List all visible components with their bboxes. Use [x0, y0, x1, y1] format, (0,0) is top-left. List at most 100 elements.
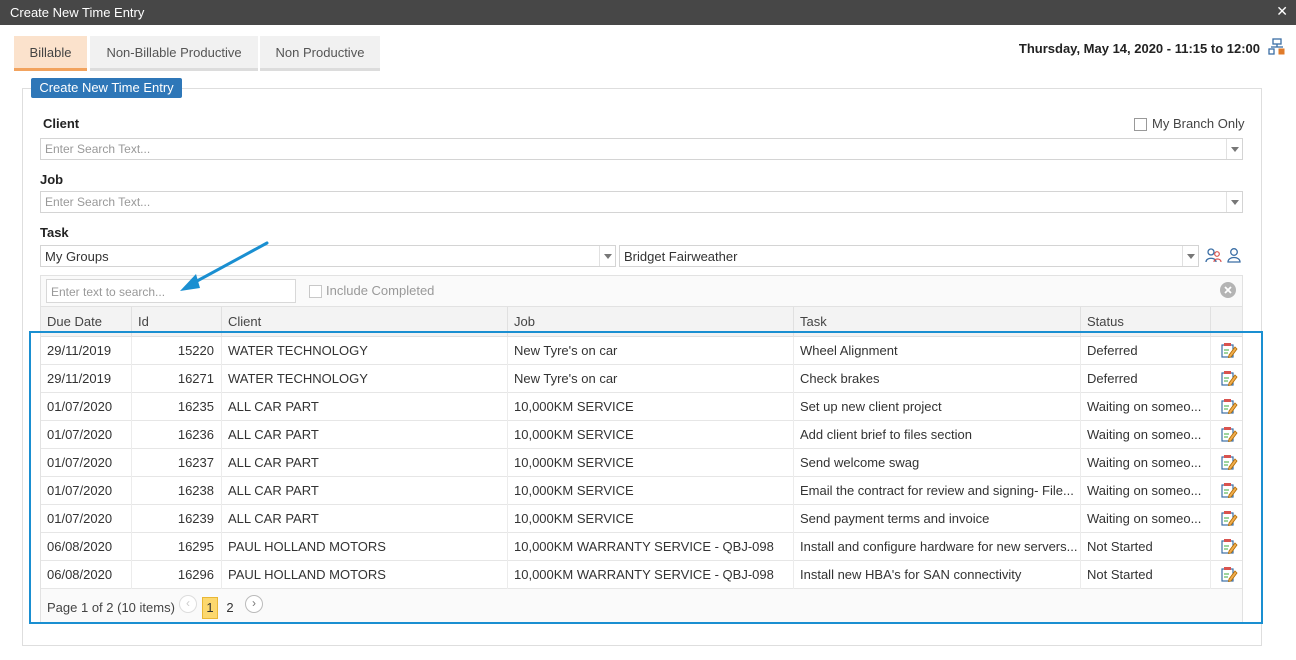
id-cell: 16237	[131, 449, 221, 477]
table-row[interactable]: 01/07/2020 16238 ALL CAR PART 10,000KM SERV…	[41, 477, 1242, 505]
group-select[interactable]: My Groups	[40, 245, 616, 267]
id-cell: 15220	[131, 337, 221, 365]
column-status[interactable]: Status	[1080, 307, 1210, 337]
due-date-cell: 29/11/2019	[47, 371, 112, 386]
client-search-combo[interactable]: Enter Search Text...	[40, 138, 1243, 160]
due-date-cell: 01/07/2020	[47, 511, 113, 526]
client-label: Client	[43, 116, 80, 131]
id-cell: 16236	[131, 421, 221, 449]
due-date-cell: 01/07/2020	[47, 455, 113, 470]
clear-filter-icon[interactable]	[1220, 282, 1236, 298]
client-cell: PAUL HOLLAND MOTORS	[221, 561, 507, 589]
my-branch-only-label: My Branch Only	[1152, 116, 1245, 131]
column-due-date[interactable]: Due Date	[41, 307, 131, 337]
job-search-combo[interactable]: Enter Search Text...	[40, 191, 1243, 213]
close-icon[interactable]: ✕	[1276, 3, 1288, 20]
title-bar: Create New Time Entry ✕	[0, 0, 1296, 25]
column-client[interactable]: Client	[221, 307, 507, 337]
due-date-cell: 06/08/2020	[47, 567, 113, 582]
person-select[interactable]: Bridget Fairweather	[619, 245, 1199, 267]
pager-page-1[interactable]: 1	[202, 597, 218, 619]
table-row[interactable]: 06/08/2020 16295 PAUL HOLLAND MOTORS 10,000…	[41, 533, 1242, 561]
chevron-right-icon: ›	[252, 596, 256, 610]
task-search-placeholder: Enter text to search...	[51, 285, 166, 299]
actions-cell	[1210, 365, 1244, 393]
status-cell: Not Started	[1080, 533, 1210, 561]
person-select-value: Bridget Fairweather	[624, 249, 738, 264]
actions-cell	[1210, 421, 1244, 449]
group-select-value: My Groups	[45, 249, 109, 264]
chevron-down-icon[interactable]	[599, 246, 615, 266]
job-search-placeholder: Enter Search Text...	[45, 195, 151, 209]
tab-non-billable-productive[interactable]: Non-Billable Productive	[90, 36, 258, 71]
id-cell: 16295	[131, 533, 221, 561]
job-cell: 10,000KM SERVICE	[507, 449, 793, 477]
table-row[interactable]: 06/08/2020 16296 PAUL HOLLAND MOTORS 10,000…	[41, 561, 1242, 589]
task-cell: Install and configure hardware for new s…	[793, 533, 1080, 561]
client-search-placeholder: Enter Search Text...	[45, 142, 151, 156]
edit-icon[interactable]	[1220, 509, 1238, 527]
edit-icon[interactable]	[1220, 453, 1238, 471]
edit-icon[interactable]	[1220, 537, 1238, 555]
include-completed-checkbox[interactable]	[309, 285, 322, 298]
pager-prev-button[interactable]: ‹	[179, 595, 197, 613]
status-cell: Waiting on someo...	[1080, 449, 1210, 477]
column-id[interactable]: Id	[131, 307, 221, 337]
chevron-left-icon: ‹	[186, 596, 190, 610]
my-branch-only-checkbox[interactable]	[1134, 118, 1147, 131]
grid-body: 29/11/2019 15220 WATER TECHNOLOGY New Tyre'…	[41, 337, 1242, 589]
task-cell: Set up new client project	[793, 393, 1080, 421]
column-job[interactable]: Job	[507, 307, 793, 337]
task-cell: Check brakes	[793, 365, 1080, 393]
chevron-down-icon[interactable]	[1226, 192, 1242, 212]
tab-non-productive[interactable]: Non Productive	[260, 36, 380, 71]
entry-datetime: Thursday, May 14, 2020 - 11:15 to 12:00	[1018, 41, 1260, 56]
pager-next-button[interactable]: ›	[245, 595, 263, 613]
pager-page-2[interactable]: 2	[222, 597, 238, 619]
table-row[interactable]: 01/07/2020 16237 ALL CAR PART 10,000KM SERV…	[41, 449, 1242, 477]
grid-header: Due Date Id Client Job Task Status	[41, 307, 1242, 337]
chevron-down-icon[interactable]	[1182, 246, 1198, 266]
edit-icon[interactable]	[1220, 397, 1238, 415]
status-cell: Deferred	[1080, 337, 1210, 365]
edit-icon[interactable]	[1220, 425, 1238, 443]
column-actions	[1210, 307, 1244, 337]
task-grid: Due Date Id Client Job Task Status 29/11…	[40, 306, 1243, 624]
job-cell: 10,000KM WARRANTY SERVICE - QBJ-098	[507, 533, 793, 561]
edit-icon[interactable]	[1220, 481, 1238, 499]
create-new-time-entry-button[interactable]: Create New Time Entry	[31, 78, 182, 98]
column-task[interactable]: Task	[793, 307, 1080, 337]
client-cell: ALL CAR PART	[221, 421, 507, 449]
actions-cell	[1210, 477, 1244, 505]
status-cell: Deferred	[1080, 365, 1210, 393]
edit-icon[interactable]	[1220, 341, 1238, 359]
job-cell: 10,000KM SERVICE	[507, 393, 793, 421]
pager-info: Page 1 of 2 (10 items)	[47, 600, 175, 615]
id-cell: 16296	[131, 561, 221, 589]
table-row[interactable]: 29/11/2019 16271 WATER TECHNOLOGY New Tyre'…	[41, 365, 1242, 393]
schedule-icon[interactable]	[1268, 38, 1286, 56]
edit-icon[interactable]	[1220, 369, 1238, 387]
task-label: Task	[40, 225, 69, 240]
task-cell: Install new HBA's for SAN connectivity	[793, 561, 1080, 589]
client-cell: ALL CAR PART	[221, 449, 507, 477]
table-row[interactable]: 01/07/2020 16239 ALL CAR PART 10,000KM SERV…	[41, 505, 1242, 533]
tab-billable[interactable]: Billable	[14, 36, 87, 71]
job-cell: 10,000KM WARRANTY SERVICE - QBJ-098	[507, 561, 793, 589]
task-cell: Email the contract for review and signin…	[793, 477, 1080, 505]
job-cell: 10,000KM SERVICE	[507, 477, 793, 505]
id-cell: 16238	[131, 477, 221, 505]
status-cell: Waiting on someo...	[1080, 505, 1210, 533]
client-cell: ALL CAR PART	[221, 393, 507, 421]
table-row[interactable]: 01/07/2020 16236 ALL CAR PART 10,000KM SERV…	[41, 421, 1242, 449]
group-users-icon[interactable]	[1205, 247, 1222, 264]
actions-cell	[1210, 337, 1244, 365]
chevron-down-icon[interactable]	[1226, 139, 1242, 159]
actions-cell	[1210, 505, 1244, 533]
include-completed-label: Include Completed	[326, 283, 435, 298]
edit-icon[interactable]	[1220, 565, 1238, 583]
user-icon[interactable]	[1226, 247, 1242, 264]
client-cell: WATER TECHNOLOGY	[221, 365, 507, 393]
table-row[interactable]: 01/07/2020 16235 ALL CAR PART 10,000KM SERV…	[41, 393, 1242, 421]
table-row[interactable]: 29/11/2019 15220 WATER TECHNOLOGY New Tyre'…	[41, 337, 1242, 365]
